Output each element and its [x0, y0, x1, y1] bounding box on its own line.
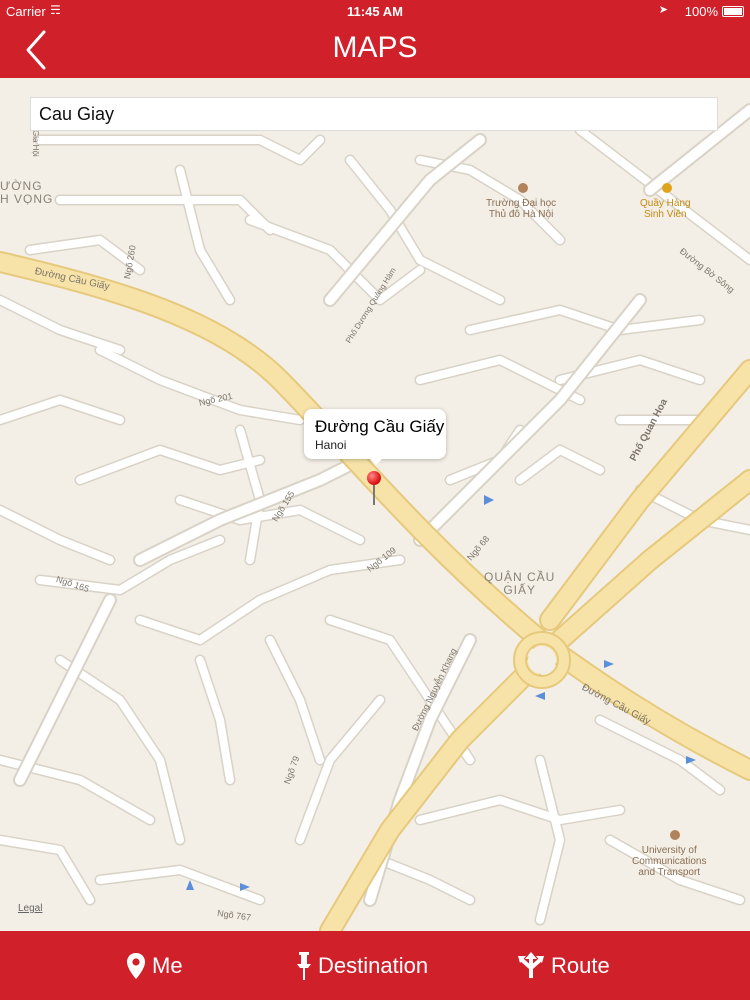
- battery-percentage: 100%: [684, 4, 718, 19]
- nav-bar: MAPS: [0, 22, 750, 78]
- map-pin-needle: [373, 484, 375, 505]
- district-label: QUẬN CẦU GIẤY: [484, 571, 555, 597]
- tab-me[interactable]: Me: [126, 931, 183, 1000]
- tab-route-label: Route: [551, 952, 610, 978]
- bottom-toolbar: Me Destination Route: [0, 931, 750, 1000]
- poi-label-line: and Transport: [638, 867, 701, 878]
- callout-title: Đường Cầu Giấy: [315, 417, 445, 436]
- poi-label-line: Sinh Viên: [643, 209, 687, 220]
- status-bar: Carrier ☴ 11:45 AM ➤ 100%: [0, 0, 750, 22]
- district-label-line: GIẤY: [503, 583, 537, 597]
- area-label-line: H VỌNG: [0, 192, 54, 206]
- poi-label[interactable]: University of Communications and Transpo…: [632, 845, 706, 878]
- callout-tail: [368, 457, 384, 465]
- poi-label-line: Trường Đại học: [486, 198, 557, 209]
- poi-label[interactable]: Quầy Hàng Sinh Viên: [640, 198, 691, 220]
- tab-me-label: Me: [152, 952, 183, 978]
- legal-link[interactable]: Legal: [18, 903, 42, 914]
- page-title: MAPS: [332, 31, 418, 64]
- clock: 11:45 AM: [347, 4, 403, 19]
- road-label: Gia Hội: [31, 130, 40, 157]
- university-icon[interactable]: [518, 183, 528, 193]
- map-pin-icon[interactable]: [367, 471, 381, 485]
- poi-label-line: University of: [641, 845, 697, 856]
- search-input[interactable]: [30, 97, 718, 131]
- battery-icon: [722, 6, 744, 17]
- poi-label-line: Thủ đô Hà Nội: [488, 209, 554, 220]
- callout-subtitle: Hanoi: [315, 438, 347, 452]
- location-arrow-icon: ➤: [658, 4, 668, 16]
- tab-route[interactable]: Route: [517, 931, 610, 1000]
- poi-label-line: Quầy Hàng: [640, 198, 691, 209]
- push-pin-icon: [297, 951, 311, 980]
- poi-label-line: Communications: [632, 856, 707, 867]
- shop-icon[interactable]: [662, 183, 672, 193]
- poi-label[interactable]: Trường Đại học Thủ đô Hà Nội: [486, 198, 556, 220]
- map-view[interactable]: QUẬN CẦU GIẤY ƯỜNG H VỌNG Trường Đại học…: [0, 78, 750, 931]
- route-icon: [518, 951, 544, 978]
- map-canvas[interactable]: [0, 78, 750, 931]
- university-icon[interactable]: [670, 830, 680, 840]
- area-label: ƯỜNG H VỌNG: [0, 180, 53, 206]
- pin-callout[interactable]: Đường Cầu Giấy Hanoi: [304, 409, 446, 465]
- location-pin-icon: [127, 952, 145, 979]
- tab-destination-label: Destination: [318, 952, 429, 978]
- tab-destination[interactable]: Destination: [296, 931, 428, 1000]
